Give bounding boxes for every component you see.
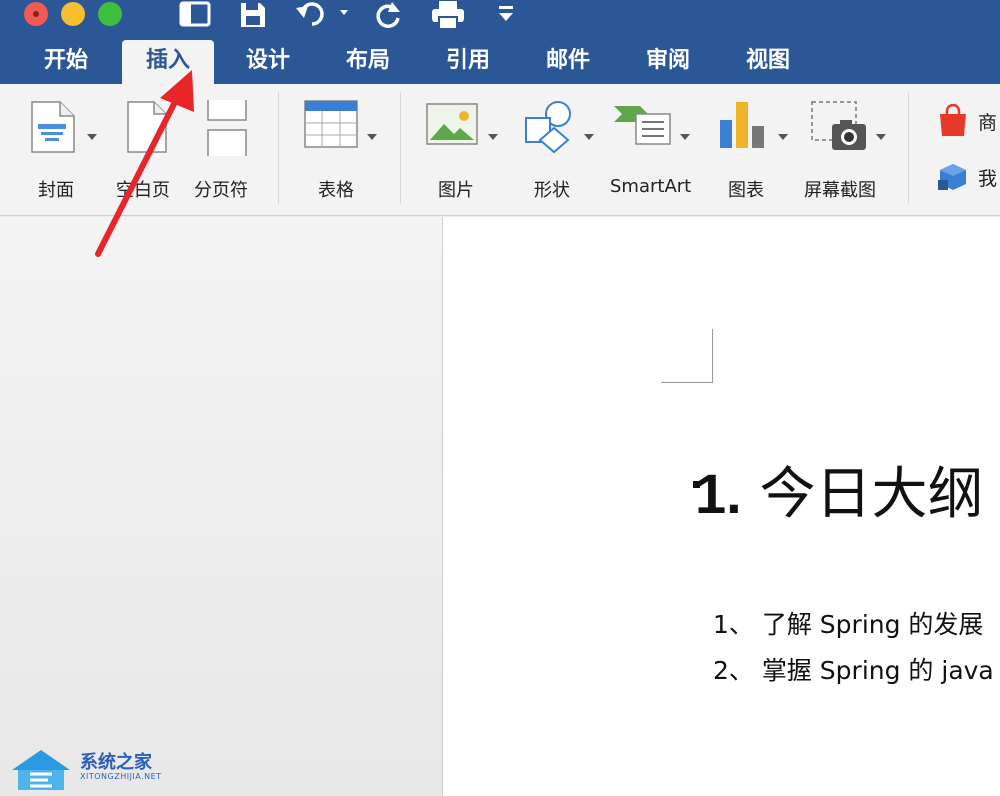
list-item[interactable]: 2、 掌握 Spring 的 java — [713, 651, 994, 687]
paragraph-mark — [693, 481, 700, 488]
tab-view[interactable]: 视图 — [726, 40, 810, 84]
tab-layout[interactable]: 布局 — [326, 40, 410, 84]
list-item[interactable]: 1、 了解 Spring 的发展 — [713, 605, 983, 641]
page-break-icon — [207, 100, 247, 156]
picture-dropdown-caret[interactable] — [488, 134, 498, 140]
zoom-window-button[interactable] — [98, 2, 122, 26]
table-button[interactable]: 表格 — [296, 98, 382, 208]
cover-label: 封面 — [38, 180, 74, 201]
print-icon[interactable] — [430, 0, 466, 30]
tab-mailings[interactable]: 邮件 — [526, 40, 610, 84]
blank-page-icon — [127, 101, 167, 153]
smartart-label: SmartArt — [610, 176, 692, 197]
store-label: 商 — [978, 112, 998, 134]
smartart-button[interactable]: SmartArt — [608, 98, 698, 208]
cover-dropdown-caret[interactable] — [87, 134, 97, 140]
save-icon[interactable] — [238, 0, 268, 28]
ribbon-separator — [400, 92, 401, 204]
undo-icon[interactable] — [294, 0, 352, 28]
screenshot-label: 屏幕截图 — [804, 180, 876, 201]
insert-ribbon: 封面 空白页 分页符 表格 图片 形状 SmartArt 图表 屏幕截图 商 我 — [0, 84, 1000, 216]
screenshot-button[interactable]: 屏幕截图 — [804, 98, 896, 208]
tab-review[interactable]: 审阅 — [626, 40, 710, 84]
cover-page-icon — [31, 101, 75, 153]
document-heading[interactable]: 1. 今日大纲 — [693, 449, 984, 530]
table-label: 表格 — [318, 180, 354, 201]
table-dropdown-caret[interactable] — [367, 134, 377, 140]
screenshot-icon — [811, 101, 866, 150]
store-icon — [940, 103, 966, 136]
picture-label: 图片 — [438, 180, 474, 201]
page-break-label: 分页符 — [194, 180, 248, 201]
picture-button[interactable]: 图片 — [420, 98, 504, 208]
table-icon — [304, 100, 358, 148]
close-window-button[interactable] — [24, 2, 48, 26]
watermark-subtitle: XITONGZHIJIA.NET — [80, 772, 162, 781]
store-button[interactable]: 商 — [936, 103, 1000, 138]
document-page[interactable]: 1. 今日大纲 1、 了解 Spring 的发展 2、 掌握 Spring 的 … — [442, 217, 1000, 796]
chart-label: 图表 — [728, 180, 764, 201]
tab-design[interactable]: 设计 — [226, 40, 310, 84]
blank-page-button[interactable]: 空白页 — [108, 98, 180, 208]
cover-page-button[interactable]: 封面 — [20, 98, 104, 208]
blank-page-label: 空白页 — [116, 180, 170, 201]
document-margin-area — [0, 217, 442, 796]
shapes-dropdown-caret[interactable] — [584, 134, 594, 140]
heading-text: 今日大纲 — [759, 462, 984, 527]
tab-insert[interactable]: 插入 — [122, 40, 214, 84]
minimize-window-button[interactable] — [61, 2, 85, 26]
shapes-label: 形状 — [534, 180, 570, 201]
watermark-title: 系统之家 — [80, 752, 152, 773]
ribbon-tab-bar: 开始 插入 设计 布局 引用 邮件 审阅 视图 — [0, 40, 1000, 84]
shapes-icon — [525, 101, 571, 154]
chart-dropdown-caret[interactable] — [778, 134, 788, 140]
customize-toolbar-icon[interactable] — [496, 0, 516, 28]
ribbon-separator — [908, 92, 909, 204]
tab-home[interactable]: 开始 — [24, 40, 108, 84]
page-break-button[interactable]: 分页符 — [190, 98, 264, 208]
shapes-button[interactable]: 形状 — [518, 98, 600, 208]
picture-icon — [426, 103, 478, 145]
ribbon-separator — [278, 92, 279, 204]
chart-button[interactable]: 图表 — [712, 98, 792, 208]
sidebar-icon[interactable] — [178, 0, 212, 28]
site-watermark: 系统之家 XITONGZHIJIA.NET — [8, 744, 161, 794]
smartart-dropdown-caret[interactable] — [680, 134, 690, 140]
title-bar — [0, 0, 1000, 40]
screenshot-dropdown-caret[interactable] — [876, 134, 886, 140]
chart-icon — [720, 102, 764, 148]
smartart-icon — [614, 106, 671, 145]
watermark-logo-icon — [12, 750, 70, 790]
heading-number: 1. — [695, 462, 742, 525]
tab-references[interactable]: 引用 — [426, 40, 510, 84]
redo-icon[interactable] — [374, 0, 404, 28]
page-corner-mark — [661, 329, 713, 383]
my-addins-button[interactable]: 我 — [936, 160, 1000, 194]
my-addins-icon — [938, 164, 966, 190]
my-addins-label: 我 — [978, 168, 998, 190]
